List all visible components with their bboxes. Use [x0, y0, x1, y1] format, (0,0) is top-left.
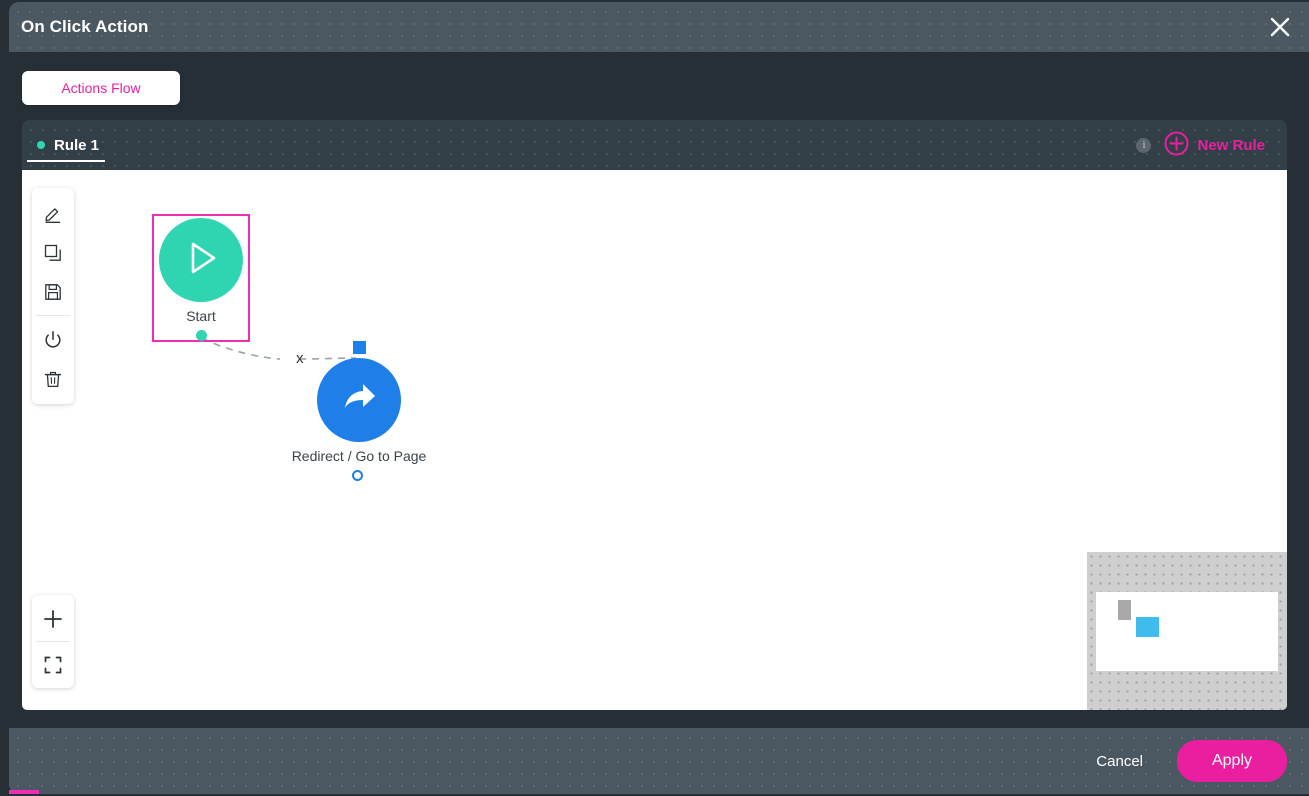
- info-icon[interactable]: i: [1136, 137, 1152, 153]
- delete-icon[interactable]: [32, 359, 74, 398]
- tab-actions-flow-label: Actions Flow: [61, 80, 141, 96]
- apply-button[interactable]: Apply: [1177, 740, 1287, 782]
- page-title: On Click Action: [21, 17, 149, 36]
- dialog-titlebar: On Click Action: [9, 2, 1309, 52]
- canvas-minimap[interactable]: [1087, 552, 1287, 710]
- flow-node-start[interactable]: Start: [159, 218, 243, 341]
- save-icon[interactable]: [32, 272, 74, 311]
- on-click-action-dialog: On Click Action Actions Flow Rule 1 i Ne…: [0, 0, 1309, 796]
- dialog-footer: Cancel Apply: [9, 728, 1309, 794]
- start-node-circle[interactable]: [159, 218, 243, 302]
- minimap-node-start: [1118, 600, 1131, 620]
- duplicate-icon[interactable]: [32, 233, 74, 272]
- active-tab-underline: [27, 160, 106, 162]
- redirect-node-output-port[interactable]: [352, 470, 363, 481]
- flow-node-redirect[interactable]: Redirect / Go to Page: [292, 341, 426, 481]
- redirect-node-input-port[interactable]: [353, 341, 366, 354]
- tab-rule-1[interactable]: Rule 1: [25, 120, 113, 170]
- flow-canvas[interactable]: x Start Redirect / Go to Page: [22, 170, 1287, 710]
- redirect-node-circle[interactable]: [317, 358, 401, 442]
- share-arrow-icon: [335, 374, 383, 427]
- power-icon[interactable]: [32, 320, 74, 359]
- subtab-bar: Actions Flow: [0, 52, 1309, 120]
- tab-actions-flow[interactable]: Actions Flow: [22, 71, 180, 105]
- new-rule-button[interactable]: New Rule: [1164, 131, 1265, 160]
- plus-circle-icon: [1164, 131, 1189, 160]
- rule-status-dot-icon: [37, 141, 45, 149]
- info-icon-glyph: i: [1142, 139, 1146, 151]
- cancel-button[interactable]: Cancel: [1082, 745, 1157, 778]
- minimap-node-redirect: [1136, 617, 1159, 637]
- edge-delete-marker[interactable]: x: [296, 350, 304, 367]
- zoom-in-button[interactable]: [32, 600, 74, 637]
- minimap-viewport[interactable]: [1096, 592, 1278, 671]
- flow-node-start-label: Start: [186, 308, 216, 324]
- edit-icon[interactable]: [32, 194, 74, 233]
- tab-rule-1-label: Rule 1: [54, 136, 100, 154]
- toolbar-divider: [36, 315, 70, 316]
- new-rule-label: New Rule: [1197, 136, 1265, 154]
- start-node-output-port[interactable]: [195, 330, 207, 341]
- rule-tab-bar: Rule 1 i New Rule: [22, 120, 1287, 170]
- node-toolbar: [32, 188, 74, 404]
- zoom-controls: [32, 595, 74, 688]
- flow-node-redirect-label: Redirect / Go to Page: [291, 448, 427, 464]
- zoom-divider: [36, 641, 70, 642]
- rulebar-actions: i New Rule: [1136, 131, 1287, 160]
- fit-to-screen-icon[interactable]: [32, 646, 74, 683]
- play-icon: [178, 235, 224, 286]
- close-icon[interactable]: [1265, 12, 1295, 42]
- footer-corner-accent: [9, 790, 39, 794]
